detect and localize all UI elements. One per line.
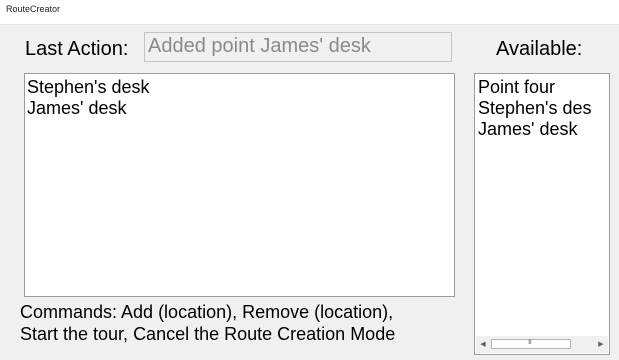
available-location-item[interactable]: Point four [478, 77, 609, 98]
scroll-left-arrow-icon[interactable]: ◀ [476, 336, 490, 353]
route-points-list[interactable]: Stephen's desk James' desk [24, 73, 455, 297]
route-point-item[interactable]: James' desk [27, 98, 454, 119]
available-label: Available: [496, 38, 583, 60]
scrollbar-thumb[interactable]: III [491, 339, 571, 349]
horizontal-scrollbar[interactable]: ◀ III ▶ [476, 336, 608, 353]
commands-line-1: Commands: Add (location), Remove (locati… [20, 302, 394, 322]
route-creator-panel: Last Action: Added point James' desk Ava… [0, 25, 619, 360]
commands-line-2: Start the tour, Cancel the Route Creatio… [20, 324, 396, 344]
route-point-item[interactable]: Stephen's desk [27, 77, 454, 98]
commands-help-text: Commands: Add (location), Remove (locati… [20, 301, 472, 345]
scroll-right-arrow-icon[interactable]: ▶ [594, 336, 608, 353]
available-location-item[interactable]: Stephen's des [478, 98, 609, 119]
window-title: RouteCreator [6, 4, 61, 14]
last-action-field: Added point James' desk [144, 32, 452, 62]
scrollbar-grip-icon: III [528, 339, 532, 346]
last-action-label: Last Action: [25, 38, 129, 60]
available-location-item[interactable]: James' desk [478, 119, 609, 140]
title-bar[interactable]: RouteCreator [0, 0, 619, 25]
available-locations-list[interactable]: Point four Stephen's des James' desk ◀ I… [474, 73, 610, 355]
